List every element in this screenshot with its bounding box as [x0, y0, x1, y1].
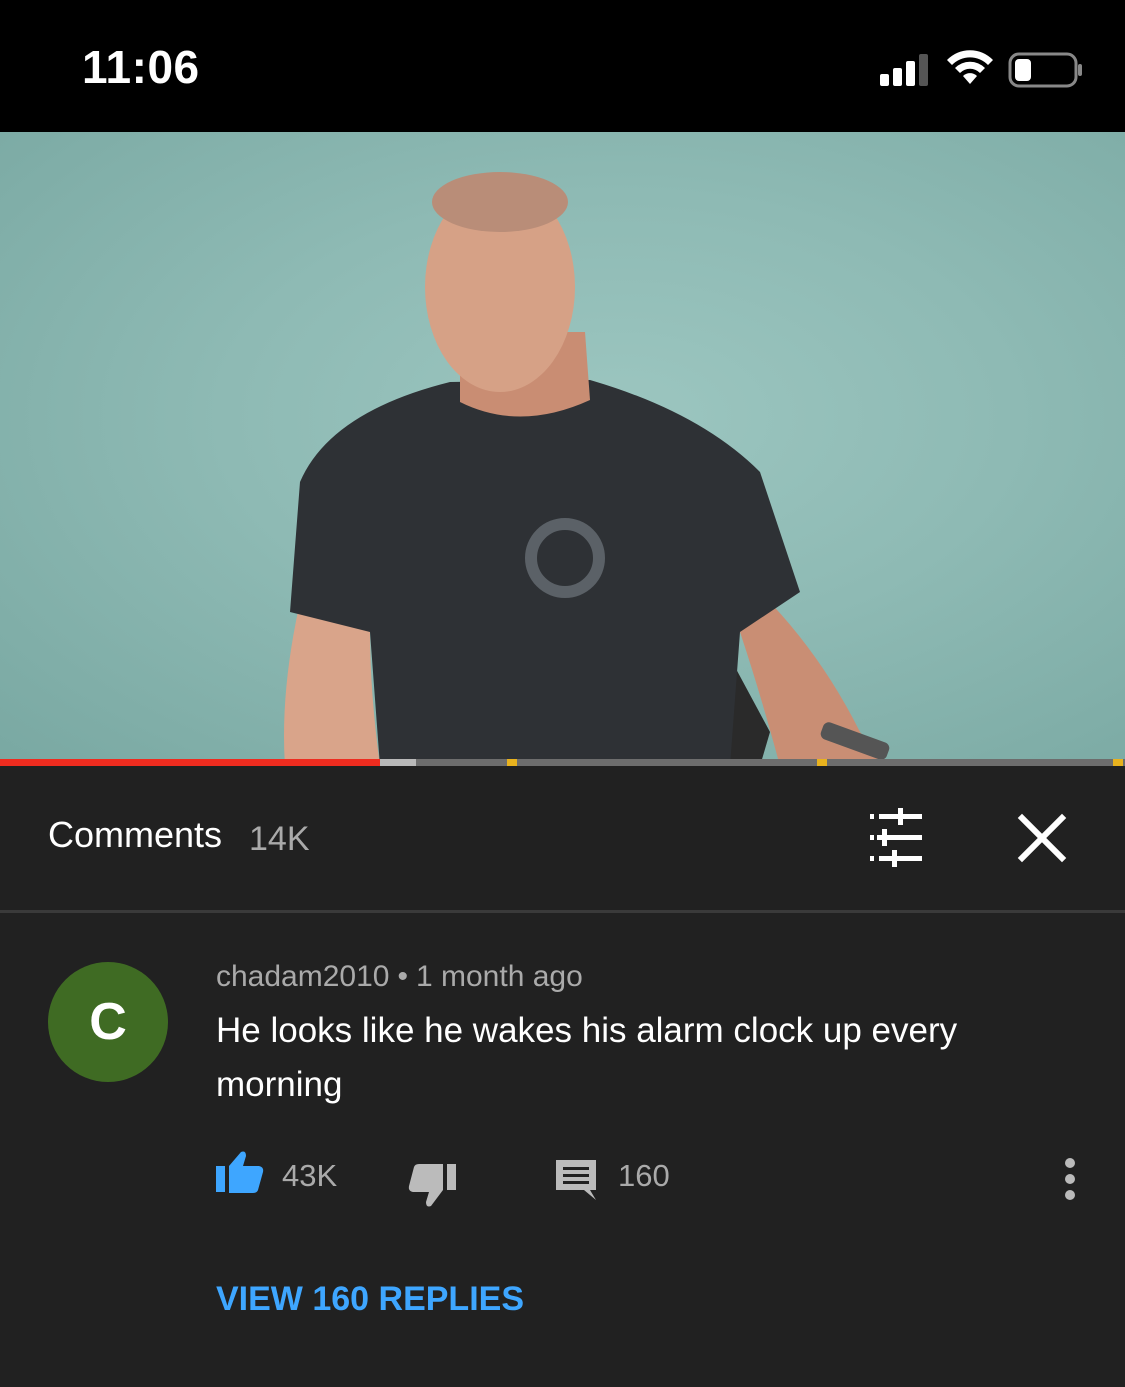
wifi-icon	[947, 50, 993, 84]
thumbs-down-icon[interactable]	[408, 1162, 456, 1208]
meta-separator: •	[397, 960, 408, 993]
reply-count: 160	[618, 1158, 670, 1193]
comment-text: He looks like he wakes his alarm clock u…	[216, 1011, 958, 1104]
reply-comment-icon[interactable]	[554, 1158, 598, 1202]
cellular-signal-icon	[880, 54, 928, 86]
thumbs-up-icon[interactable]	[216, 1150, 264, 1194]
comments-header: Comments 14K	[0, 766, 1125, 911]
like-count: 43K	[282, 1158, 338, 1193]
comment-time: 1 month ago	[415, 960, 583, 993]
video-player[interactable]	[0, 132, 1125, 766]
progress-played	[0, 759, 381, 766]
comments-count: 14K	[249, 820, 310, 858]
ad-marker	[817, 759, 827, 766]
view-replies-button[interactable]: VIEW 160 REPLIES	[216, 1280, 524, 1319]
video-progress-bar[interactable]	[0, 759, 1125, 766]
ad-marker	[507, 759, 517, 766]
header-divider	[0, 910, 1125, 913]
status-bar: 11:06	[0, 0, 1125, 132]
ad-marker	[1113, 759, 1123, 766]
comment-meta: chadam2010 • 1 month ago	[216, 960, 583, 994]
more-vertical-icon[interactable]	[1060, 1156, 1080, 1202]
sort-filter-icon[interactable]	[864, 808, 928, 868]
battery-icon	[1008, 52, 1082, 88]
video-frame-person	[284, 172, 890, 766]
avatar[interactable]: C	[48, 962, 168, 1082]
close-icon[interactable]	[1012, 808, 1072, 868]
comment-author[interactable]: chadam2010	[216, 960, 389, 993]
comments-title: Comments	[48, 814, 223, 855]
status-time: 11:06	[82, 41, 200, 93]
